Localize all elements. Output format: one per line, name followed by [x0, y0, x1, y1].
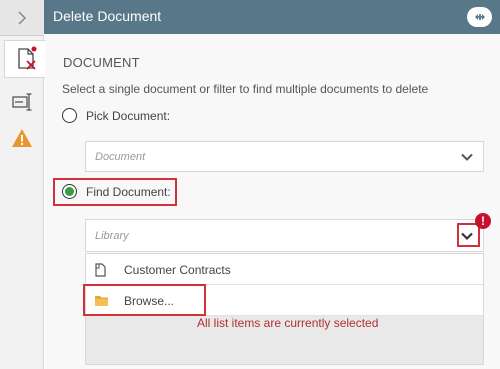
text-field-icon: [12, 93, 32, 111]
section-description: Select a single document or filter to fi…: [62, 82, 429, 96]
collapse-button[interactable]: [0, 0, 44, 36]
find-document-radio[interactable]: [62, 184, 77, 199]
document-select-placeholder: Document: [95, 151, 146, 163]
panel-header: Delete Document: [44, 0, 500, 34]
tab-document[interactable]: [4, 40, 45, 78]
find-document-option[interactable]: Find Document:: [62, 184, 171, 199]
list-item-label: Customer Contracts: [124, 263, 231, 277]
pick-document-label: Pick Document:: [86, 108, 171, 123]
library-select[interactable]: Library: [85, 219, 484, 252]
radio-selected-dot: [65, 187, 74, 196]
plus-pill-icon: [474, 14, 485, 20]
section-title: DOCUMENT: [63, 55, 140, 70]
chevron-right-icon: [18, 10, 27, 25]
chevron-down-icon[interactable]: [460, 150, 474, 164]
browse-highlight: [83, 284, 206, 316]
pick-document-option[interactable]: Pick Document:: [62, 108, 170, 123]
list-status-message: All list items are currently selected: [197, 316, 379, 330]
document-select[interactable]: Document: [85, 141, 484, 172]
pick-document-radio[interactable]: [62, 108, 77, 123]
panel-title: Delete Document: [53, 8, 162, 24]
find-document-label: Find Document:: [86, 184, 171, 199]
header-action-button[interactable]: [467, 7, 492, 27]
document-icon: [95, 263, 106, 277]
library-select-placeholder: Library: [95, 230, 129, 242]
panel-content: DOCUMENT Select a single document or fil…: [45, 34, 500, 369]
error-badge: !: [475, 213, 491, 229]
tab-text-field[interactable]: [0, 88, 44, 116]
side-rail: [0, 0, 45, 369]
tab-warnings[interactable]: [0, 124, 44, 152]
document-delete-icon: [18, 46, 37, 70]
list-item[interactable]: Customer Contracts: [86, 254, 483, 285]
warning-icon: [12, 129, 32, 147]
